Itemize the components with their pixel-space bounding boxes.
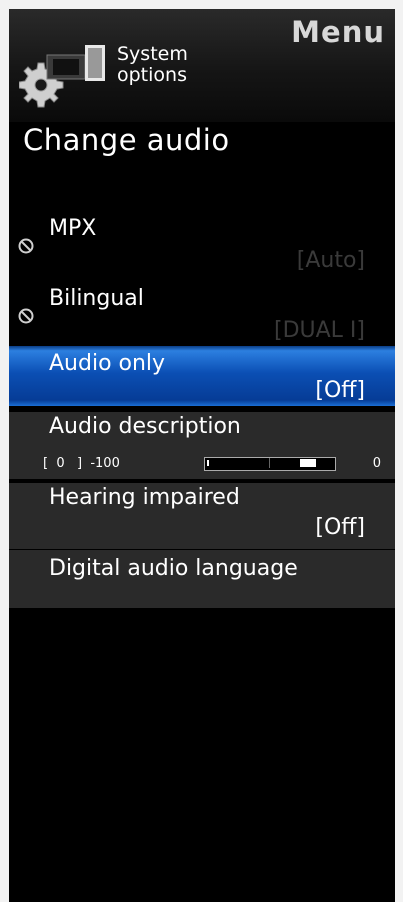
disabled-icon: [18, 238, 34, 254]
menu-item-value: [Auto]: [296, 248, 365, 273]
slider-fill: [207, 460, 209, 466]
section-title: Change audio: [23, 123, 230, 157]
audio-description-scale: [ 0 ] -100: [43, 456, 120, 471]
menu-item-audio-only[interactable]: Audio only [Off]: [9, 346, 395, 406]
tv-menu-frame: Menu System options Change audio MPX [Au…: [9, 9, 395, 902]
category-label-line2: options: [117, 64, 187, 86]
gear-icon: [19, 45, 105, 108]
menu-item-label: Bilingual: [49, 286, 144, 311]
menu-item-value: [Off]: [315, 515, 365, 540]
menu-title: Menu: [291, 15, 385, 49]
audio-description-max: 0: [372, 456, 381, 471]
slider-center-tick: [269, 458, 270, 468]
audio-description-slider[interactable]: [204, 457, 336, 471]
menu-item-label: Audio only: [49, 351, 166, 376]
menu-item-audio-description[interactable]: Audio description [ 0 ] -100 0: [9, 412, 395, 479]
menu-item-digital-audio-language[interactable]: Digital audio language: [9, 550, 395, 608]
menu-item-hearing-impaired[interactable]: Hearing impaired [Off]: [9, 483, 395, 549]
menu-item-mpx[interactable]: MPX [Auto]: [9, 214, 395, 284]
slider-thumb[interactable]: [300, 459, 316, 467]
menu-item-value: [DUAL I]: [274, 318, 365, 343]
menu-item-bilingual[interactable]: Bilingual [DUAL I]: [9, 284, 395, 344]
menu-item-value: [Off]: [315, 378, 365, 403]
menu-header: Menu System options: [9, 9, 395, 122]
menu-item-label: Hearing impaired: [49, 485, 240, 510]
category-label-line1: System: [117, 43, 188, 65]
menu-item-label: MPX: [49, 216, 97, 241]
disabled-icon: [18, 308, 34, 324]
menu-item-label: Digital audio language: [49, 556, 298, 581]
menu-item-label: Audio description: [49, 414, 241, 439]
